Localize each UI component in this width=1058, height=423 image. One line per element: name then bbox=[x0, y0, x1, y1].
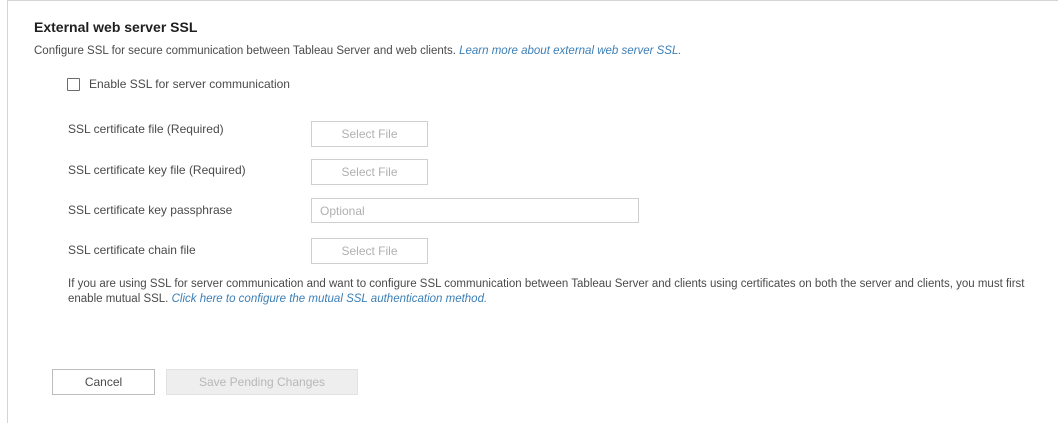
key-file-select-button[interactable]: Select File bbox=[311, 159, 428, 185]
save-pending-changes-button[interactable]: Save Pending Changes bbox=[166, 369, 358, 395]
key-file-label: SSL certificate key file (Required) bbox=[68, 163, 246, 177]
learn-more-link[interactable]: Learn more about external web server SSL… bbox=[459, 45, 681, 57]
mutual-ssl-note: If you are using SSL for server communic… bbox=[68, 277, 1048, 307]
description-text: Configure SSL for secure communication b… bbox=[34, 45, 456, 57]
enable-ssl-checkbox[interactable] bbox=[67, 77, 80, 91]
enable-ssl-label: Enable SSL for server communication bbox=[89, 77, 290, 91]
chain-file-select-button[interactable]: Select File bbox=[311, 238, 428, 264]
mutual-ssl-config-link[interactable]: Click here to configure the mutual SSL a… bbox=[172, 293, 488, 305]
cert-file-label: SSL certificate file (Required) bbox=[68, 122, 224, 136]
cancel-button[interactable]: Cancel bbox=[52, 369, 155, 395]
ssl-settings-panel: External web server SSL Configure SSL fo… bbox=[7, 0, 1058, 423]
section-description: Configure SSL for secure communication b… bbox=[34, 45, 682, 57]
enable-ssl-option[interactable]: Enable SSL for server communication bbox=[67, 77, 290, 91]
passphrase-input[interactable] bbox=[311, 198, 639, 223]
cert-file-select-button[interactable]: Select File bbox=[311, 121, 428, 147]
passphrase-label: SSL certificate key passphrase bbox=[68, 203, 233, 217]
chain-file-label: SSL certificate chain file bbox=[68, 243, 196, 257]
section-title: External web server SSL bbox=[34, 19, 198, 35]
